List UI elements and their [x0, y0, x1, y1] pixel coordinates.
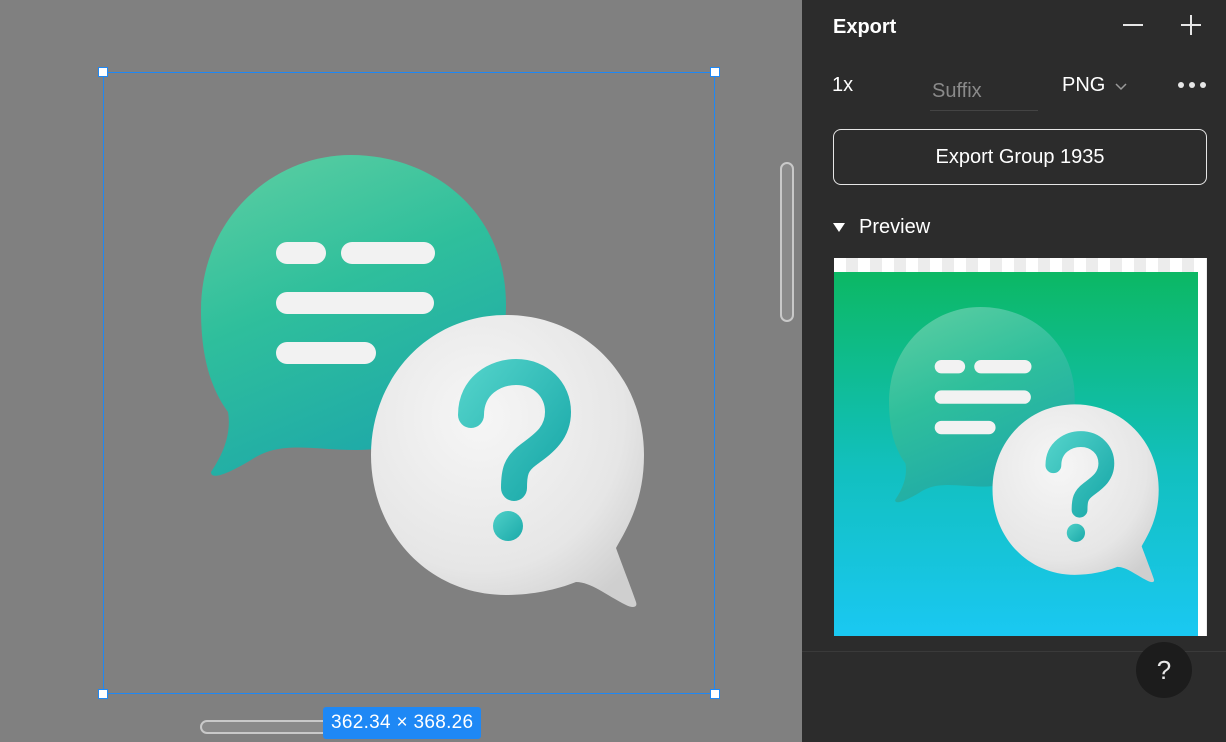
- vertical-scrollbar[interactable]: [780, 162, 794, 322]
- question-chat-bubble-icon: [371, 315, 644, 607]
- suffix-input[interactable]: [930, 72, 1038, 111]
- selection-dimensions-label: 362.34 × 368.26: [323, 707, 482, 739]
- preview-toggle[interactable]: Preview: [833, 216, 930, 239]
- remove-export-button[interactable]: [1120, 14, 1146, 40]
- preview-image: [834, 272, 1198, 636]
- minus-icon: [1122, 14, 1144, 41]
- chat-bubbles-artwork[interactable]: [196, 150, 656, 620]
- export-button[interactable]: Export Group 1935: [833, 129, 1207, 185]
- preview-area: [834, 258, 1207, 636]
- resize-handle-bottom-left[interactable]: [98, 689, 108, 699]
- more-horizontal-icon: [1177, 76, 1207, 94]
- export-panel: Export 1x PNG Export Group 1935 Preview: [802, 0, 1226, 742]
- scale-select[interactable]: 1x: [832, 74, 853, 97]
- help-button[interactable]: ?: [1136, 642, 1192, 698]
- more-options-button[interactable]: [1174, 72, 1210, 98]
- canvas[interactable]: 362.34 × 368.26: [0, 0, 802, 742]
- format-select[interactable]: PNG: [1062, 74, 1127, 97]
- horizontal-scrollbar[interactable]: [200, 720, 340, 734]
- chevron-down-icon: [1115, 74, 1127, 97]
- preview-label: Preview: [859, 216, 931, 238]
- resize-handle-bottom-right[interactable]: [710, 689, 720, 699]
- resize-handle-top-right[interactable]: [710, 67, 720, 77]
- resize-handle-top-left[interactable]: [98, 67, 108, 77]
- panel-title: Export: [833, 16, 897, 38]
- caret-down-icon: [833, 216, 845, 239]
- plus-icon: [1180, 14, 1202, 41]
- format-value: PNG: [1062, 74, 1106, 96]
- add-export-button[interactable]: [1178, 14, 1204, 40]
- preview-chat-bubbles-icon: [889, 307, 1159, 583]
